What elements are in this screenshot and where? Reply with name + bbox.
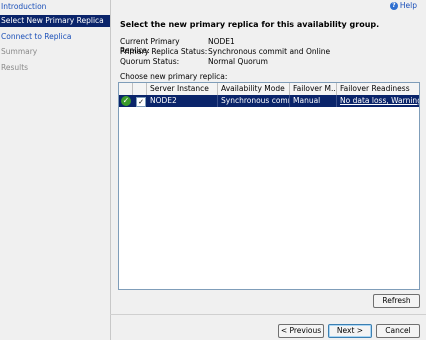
header-availability-mode[interactable]: Availability Mode [218, 83, 290, 95]
check-ok-icon: ✓ [121, 96, 131, 106]
help-icon: ? [389, 1, 398, 10]
header-server-instance[interactable]: Server Instance [147, 83, 218, 95]
previous-button[interactable]: < Previous [278, 324, 324, 338]
page-title: Select the new primary replica for this … [120, 20, 380, 29]
help-link[interactable]: ? Help [389, 1, 417, 10]
cell-failover-mode: Manual [290, 95, 337, 107]
info-value: NODE1 [208, 37, 235, 46]
select-checkbox[interactable]: ✓ [136, 97, 146, 107]
cancel-button[interactable]: Cancel [376, 324, 420, 338]
nav-select-new-primary-replica[interactable]: Select New Primary Replica [0, 15, 110, 27]
wizard-sidebar: Introduction Select New Primary Replica … [0, 0, 111, 340]
info-key: Primary Replica Status: [120, 47, 208, 56]
header-select [133, 83, 147, 95]
nav-results: Results [1, 63, 29, 72]
table-row[interactable]: ✓ ✓ NODE2 Synchronous commit Manual No d… [119, 95, 419, 107]
help-label: Help [399, 1, 417, 10]
nav-summary: Summary [1, 47, 38, 56]
info-value: Normal Quorum [208, 57, 268, 66]
header-status [119, 83, 133, 95]
header-failover-mode[interactable]: Failover M... [290, 83, 337, 95]
nav-introduction[interactable]: Introduction [0, 1, 110, 13]
header-failover-readiness[interactable]: Failover Readiness [337, 83, 419, 95]
info-key: Quorum Status: [120, 57, 180, 66]
choose-replica-label: Choose new primary replica: [120, 72, 228, 81]
failover-readiness-link[interactable]: No data loss, Warnings(1) [337, 95, 419, 107]
refresh-button[interactable]: Refresh [373, 294, 420, 308]
next-button[interactable]: Next > [328, 324, 372, 338]
cell-server-instance: NODE2 [147, 95, 218, 107]
nav-connect-to-replica[interactable]: Connect to Replica [0, 31, 110, 43]
cell-availability-mode: Synchronous commit [218, 95, 290, 107]
replica-grid[interactable]: Server Instance Availability Mode Failov… [118, 82, 420, 290]
footer-divider [110, 314, 426, 315]
info-value: Synchronous commit and Online [208, 47, 331, 56]
